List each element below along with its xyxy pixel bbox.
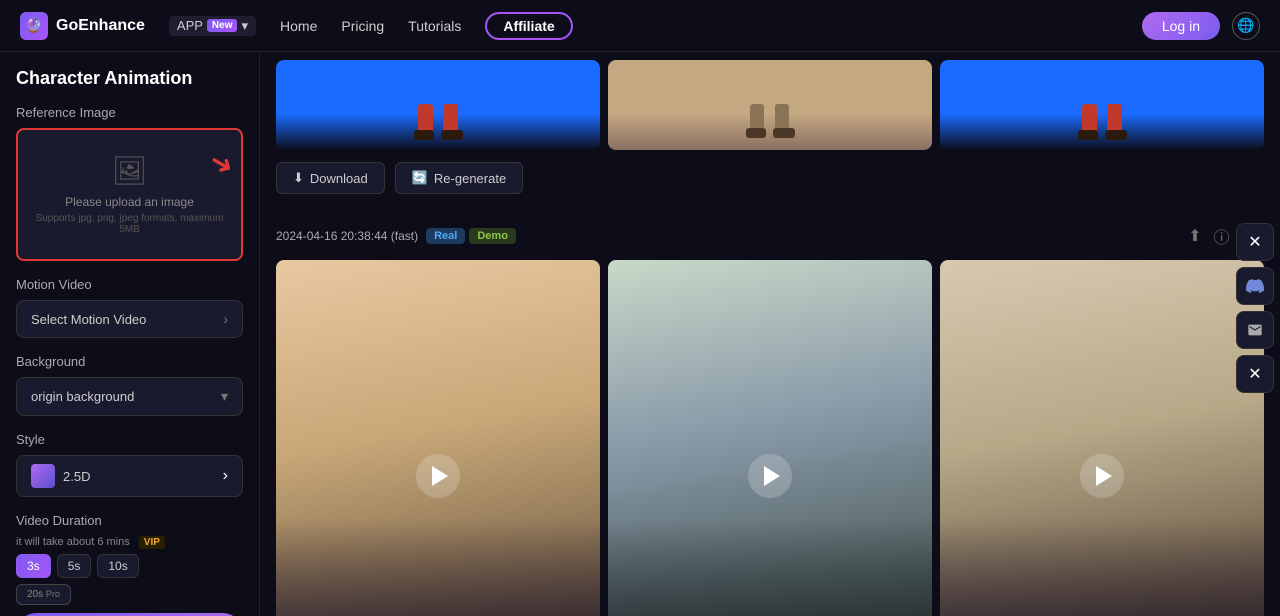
float-discord-button[interactable] <box>1236 267 1274 305</box>
logo-text: GoEnhance <box>56 17 145 35</box>
section-1-time: 2024-04-16 20:38:44 (fast) <box>276 229 418 243</box>
nav-tutorials[interactable]: Tutorials <box>408 18 461 34</box>
download-icon: ⬇ <box>293 170 304 186</box>
app-chevron-icon: ▾ <box>241 18 248 34</box>
duration-label: Video Duration <box>16 513 243 528</box>
feet-svg-3 <box>1072 94 1132 144</box>
duration-section: Video Duration it will take about 6 mins… <box>16 513 243 605</box>
upload-icon: 🖼 <box>30 154 229 187</box>
logo-icon: 🔮 <box>20 12 48 40</box>
discord-icon <box>1246 277 1264 295</box>
play-button-1[interactable] <box>416 454 460 498</box>
feet-svg-2 <box>740 94 800 144</box>
share-icon[interactable]: ⬆ <box>1186 222 1203 250</box>
play-triangle-icon-2 <box>764 466 780 486</box>
globe-icon[interactable]: 🌐 <box>1232 12 1260 40</box>
style-thumbnail <box>31 464 55 488</box>
sidebar-title: Character Animation <box>16 68 243 89</box>
float-close-button[interactable]: ✕ <box>1236 223 1274 261</box>
top-action-row: ⬇ Download 🔄 Re-generate <box>276 162 1264 194</box>
style-value: 2.5D <box>63 469 90 484</box>
style-chevron-icon: › <box>223 467 228 485</box>
logo-area: 🔮 GoEnhance <box>20 12 145 40</box>
play-button-3[interactable] <box>1080 454 1124 498</box>
motion-video-section: Motion Video Select Motion Video › <box>16 277 243 338</box>
float-email-button[interactable] <box>1236 311 1274 349</box>
nav-home[interactable]: Home <box>280 18 317 34</box>
new-badge: New <box>207 19 238 32</box>
content-area: ⬇ Download 🔄 Re-generate 2024-04-16 20:3… <box>260 52 1280 616</box>
background-label: Background <box>16 354 243 369</box>
float-close-button-2[interactable]: ✕ <box>1236 355 1274 393</box>
nav-links: Home Pricing Tutorials Affiliate <box>280 12 1134 40</box>
motion-video-dropdown[interactable]: Select Motion Video › <box>16 300 243 338</box>
float-buttons: ✕ ✕ <box>1230 215 1280 401</box>
background-value: origin background <box>31 389 134 404</box>
top-video-thumb-3 <box>940 60 1264 150</box>
section-1-video-3 <box>940 260 1264 616</box>
section-1-meta: 2024-04-16 20:38:44 (fast) Real Demo ⬆ ⓘ… <box>276 222 1264 250</box>
upload-box[interactable]: 🖼 Please upload an image Supports jpg, p… <box>16 128 243 261</box>
style-left: 2.5D <box>31 464 90 488</box>
header-actions: Log in 🌐 <box>1142 12 1260 40</box>
top-video-section: ⬇ Download 🔄 Re-generate <box>276 52 1264 194</box>
section-1-video-1 <box>276 260 600 616</box>
background-chevron-icon: ▾ <box>221 388 228 405</box>
cat-left-image <box>276 260 600 616</box>
background-dropdown[interactable]: origin background ▾ <box>16 377 243 416</box>
feet-visual-2 <box>608 60 932 150</box>
duration-hint: it will take about 6 mins VIP <box>16 536 243 548</box>
motion-video-chevron-icon: › <box>223 311 228 327</box>
email-icon <box>1247 322 1263 338</box>
feet-svg-1 <box>408 94 468 144</box>
style-label: Style <box>16 432 243 447</box>
nav-pricing[interactable]: Pricing <box>341 18 384 34</box>
play-triangle-icon-3 <box>1096 466 1112 486</box>
app-label: APP <box>177 18 203 33</box>
vip-tag: VIP <box>139 536 165 549</box>
cat-right-image <box>940 260 1264 616</box>
duration-5s-button[interactable]: 5s <box>57 554 92 578</box>
main-layout: Character Animation ➜ Reference Image 🖼 … <box>0 52 1280 616</box>
motion-video-value: Select Motion Video <box>31 312 146 327</box>
feet-visual-3 <box>940 60 1264 150</box>
duration-20s-button[interactable]: 20s Pro <box>16 584 71 605</box>
motion-video-label: Motion Video <box>16 277 243 292</box>
style-dropdown[interactable]: 2.5D › <box>16 455 243 497</box>
upload-hint: Supports jpg, png, jpeg formats, maximum… <box>30 213 229 235</box>
section-1-video-2 <box>608 260 932 616</box>
style-section: Style 2.5D › <box>16 432 243 497</box>
nav-affiliate[interactable]: Affiliate <box>485 12 572 40</box>
background-section: Background origin background ▾ <box>16 354 243 416</box>
section-1-real-badge: Real <box>426 228 465 244</box>
play-triangle-icon <box>432 466 448 486</box>
top-video-thumb-1 <box>276 60 600 150</box>
top-regenerate-button[interactable]: 🔄 Re-generate <box>395 162 523 194</box>
duration-10s-button[interactable]: 10s <box>97 554 138 578</box>
play-button-2[interactable] <box>748 454 792 498</box>
sidebar: Character Animation ➜ Reference Image 🖼 … <box>0 52 260 616</box>
section-1-video-grid <box>276 260 1264 616</box>
login-button[interactable]: Log in <box>1142 12 1220 40</box>
reference-image-label: Reference Image <box>16 105 243 120</box>
feet-visual-1 <box>276 60 600 150</box>
top-download-button[interactable]: ⬇ Download <box>276 162 385 194</box>
duration-buttons: 3s 5s 10s <box>16 554 243 578</box>
upload-text: Please upload an image <box>30 195 229 209</box>
app-menu-button[interactable]: APP New ▾ <box>169 16 256 36</box>
top-video-grid <box>276 60 1264 150</box>
duration-3s-button[interactable]: 3s <box>16 554 51 578</box>
header: 🔮 GoEnhance APP New ▾ Home Pricing Tutor… <box>0 0 1280 52</box>
video-section-1: 2024-04-16 20:38:44 (fast) Real Demo ⬆ ⓘ… <box>276 214 1264 616</box>
top-video-thumb-2 <box>608 60 932 150</box>
regenerate-icon: 🔄 <box>412 170 428 186</box>
duration-buttons-row2: 20s Pro <box>16 584 243 605</box>
woman-center-image <box>608 260 932 616</box>
section-1-demo-badge: Demo <box>469 228 516 244</box>
info-icon[interactable]: ⓘ <box>1212 222 1232 250</box>
